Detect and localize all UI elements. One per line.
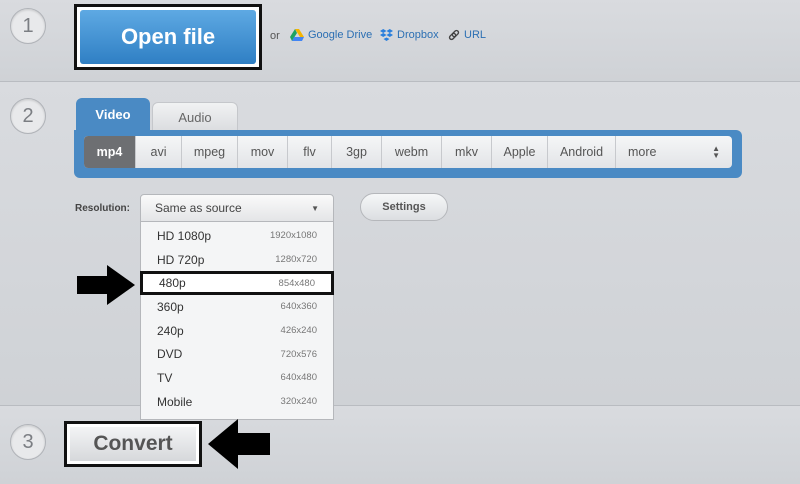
tab-video[interactable]: Video: [76, 98, 150, 132]
resolution-option-480p[interactable]: 480p 854x480: [140, 271, 334, 296]
chevron-down-icon: ▼: [311, 203, 319, 213]
format-apple[interactable]: Apple: [492, 136, 548, 168]
resolution-label: Resolution:: [75, 203, 130, 214]
format-webm[interactable]: webm: [382, 136, 442, 168]
dropbox-label: Dropbox: [397, 29, 439, 41]
resolution-option[interactable]: TV 640x480: [141, 366, 333, 390]
url-link[interactable]: URL: [448, 29, 486, 41]
tab-audio[interactable]: Audio: [152, 102, 238, 132]
resolution-option[interactable]: 360p 640x360: [141, 295, 333, 319]
media-type-tabs: Video Audio: [76, 98, 238, 132]
resolution-option-name: 480p: [159, 276, 186, 291]
resolution-select[interactable]: Same as source ▼: [140, 194, 334, 222]
url-label: URL: [464, 29, 487, 41]
resolution-option-size: 426x240: [280, 325, 317, 337]
resolution-option[interactable]: HD 1080p 1920x1080: [141, 224, 333, 248]
format-flv[interactable]: flv: [288, 136, 332, 168]
resolution-option-name: 240p: [157, 323, 184, 338]
dropbox-link[interactable]: Dropbox: [380, 29, 439, 41]
resolution-option-size: 320x240: [280, 396, 317, 408]
arrow-right-icon: [77, 265, 135, 305]
format-more-select[interactable]: more ▲ ▼: [616, 136, 732, 168]
format-mov[interactable]: mov: [238, 136, 288, 168]
resolution-option-size: 640x480: [280, 372, 317, 384]
resolution-option-size: 640x360: [280, 301, 317, 313]
arrow-left-icon: [208, 419, 270, 469]
format-more-label: more: [628, 145, 657, 159]
resolution-option-name: Mobile: [157, 394, 193, 409]
open-file-highlight: Open file: [74, 4, 262, 70]
format-3gp[interactable]: 3gp: [332, 136, 382, 168]
resolution-option[interactable]: DVD 720x576: [141, 342, 333, 366]
resolution-option-name: HD 720p: [157, 252, 205, 267]
resolution-selected-value: Same as source: [155, 201, 242, 215]
resolution-option-name: 360p: [157, 299, 184, 314]
format-panel: mp4 avi mpeg mov flv 3gp webm mkv Apple …: [74, 130, 742, 178]
open-file-button[interactable]: Open file: [80, 10, 256, 64]
format-mkv[interactable]: mkv: [442, 136, 492, 168]
format-bar: mp4 avi mpeg mov flv 3gp webm mkv Apple …: [84, 136, 732, 168]
link-icon: [448, 29, 460, 41]
or-text: or: [270, 30, 280, 42]
format-mpeg[interactable]: mpeg: [182, 136, 238, 168]
resolution-option-size: 1280x720: [275, 254, 317, 266]
google-drive-link[interactable]: Google Drive: [290, 29, 372, 41]
resolution-option-size: 720x576: [280, 348, 317, 360]
resolution-option-name: TV: [157, 370, 173, 385]
convert-button[interactable]: Convert: [70, 427, 196, 461]
format-android[interactable]: Android: [548, 136, 616, 168]
step-2-number: 2: [10, 98, 46, 134]
format-mp4[interactable]: mp4: [84, 136, 136, 168]
dropbox-icon: [380, 29, 393, 41]
google-drive-icon: [290, 29, 304, 41]
resolution-option-size: 1920x1080: [269, 230, 317, 242]
format-avi[interactable]: avi: [136, 136, 182, 168]
step-3-number: 3: [10, 424, 46, 460]
step-1-number: 1: [10, 8, 46, 44]
resolution-option-name: HD 1080p: [157, 228, 212, 243]
convert-highlight: Convert: [64, 421, 202, 467]
resolution-dropdown-list: HD 1080p 1920x1080 HD 720p 1280x720 480p…: [140, 222, 334, 420]
resolution-option[interactable]: 240p 426x240: [141, 319, 333, 343]
google-drive-label: Google Drive: [308, 29, 373, 41]
updown-icon: ▲ ▼: [712, 144, 720, 160]
settings-button[interactable]: Settings: [360, 193, 448, 221]
resolution-option[interactable]: Mobile 320x240: [141, 390, 333, 414]
resolution-option-name: DVD: [157, 347, 183, 362]
resolution-option-size: 854x480: [278, 277, 315, 289]
resolution-option[interactable]: HD 720p 1280x720: [141, 248, 333, 272]
